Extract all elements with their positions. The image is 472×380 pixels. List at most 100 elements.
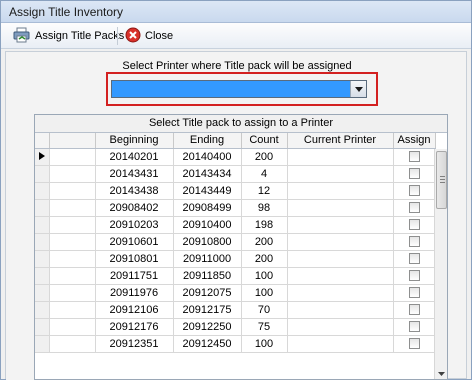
scroll-down-icon[interactable] xyxy=(436,368,447,379)
assign-cell xyxy=(393,233,436,251)
assign-checkbox[interactable] xyxy=(408,151,420,163)
table-row[interactable]: 20910203 20910400 198 xyxy=(35,216,436,234)
row-header[interactable] xyxy=(35,165,50,183)
assign-checkbox[interactable] xyxy=(408,236,420,248)
table-row[interactable]: 20910801 20911000 200 xyxy=(35,250,436,268)
row-select-cell[interactable] xyxy=(49,301,96,319)
assign-checkbox[interactable] xyxy=(408,338,420,350)
scrollbar-thumb[interactable] xyxy=(436,151,447,209)
row-select-cell[interactable] xyxy=(49,335,96,353)
row-select-cell[interactable] xyxy=(49,250,96,268)
current-printer-cell xyxy=(287,318,394,336)
row-header[interactable] xyxy=(35,267,50,285)
beginning-cell: 20911976 xyxy=(95,284,174,302)
table-row[interactable]: 20911751 20911850 100 xyxy=(35,267,436,285)
assign-checkbox[interactable] xyxy=(408,219,420,231)
close-circle-icon xyxy=(125,27,141,46)
row-select-cell[interactable] xyxy=(49,182,96,200)
table-row[interactable]: 20143431 20143434 4 xyxy=(35,165,436,183)
grid-left-gutter xyxy=(6,114,34,380)
row-header[interactable] xyxy=(35,199,50,217)
assign-title-packs-label: Assign Title Packs xyxy=(35,30,125,42)
row-header[interactable] xyxy=(35,233,50,251)
printer-assign-icon xyxy=(13,27,31,46)
grid-header-row: Beginning Ending Count Current Printer A… xyxy=(35,133,436,149)
row-header[interactable] xyxy=(35,216,50,234)
column-header-beginning[interactable]: Beginning xyxy=(95,133,174,149)
column-header-current-printer[interactable]: Current Printer xyxy=(287,133,394,149)
assign-checkbox[interactable] xyxy=(408,287,420,299)
assign-title-packs-button[interactable]: Assign Title Packs xyxy=(9,26,128,46)
table-row[interactable]: 20912176 20912250 75 xyxy=(35,318,436,336)
table-row[interactable]: 20911976 20912075 100 xyxy=(35,284,436,302)
row-select-cell[interactable] xyxy=(49,233,96,251)
column-header-count[interactable]: Count xyxy=(241,133,288,149)
column-header-ending[interactable]: Ending xyxy=(173,133,242,149)
assign-checkbox[interactable] xyxy=(408,185,420,197)
count-cell: 70 xyxy=(241,301,288,319)
row-select-cell[interactable] xyxy=(49,216,96,234)
assign-checkbox[interactable] xyxy=(408,304,420,316)
row-header[interactable] xyxy=(35,284,50,302)
count-cell: 75 xyxy=(241,318,288,336)
beginning-cell: 20910801 xyxy=(95,250,174,268)
assign-cell xyxy=(393,301,436,319)
ending-cell: 20911000 xyxy=(173,250,242,268)
row-header[interactable] xyxy=(35,335,50,353)
current-printer-cell xyxy=(287,148,394,166)
assign-title-inventory-window: Assign Title Inventory Assign Title Pack… xyxy=(0,0,472,380)
beginning-cell: 20912351 xyxy=(95,335,174,353)
table-row[interactable]: 20908402 20908499 98 xyxy=(35,199,436,217)
row-header[interactable] xyxy=(35,301,50,319)
current-printer-cell xyxy=(287,267,394,285)
grid-vertical-scrollbar[interactable] xyxy=(434,149,447,379)
assign-cell xyxy=(393,250,436,268)
assign-cell xyxy=(393,267,436,285)
row-select-cell[interactable] xyxy=(49,199,96,217)
table-row[interactable]: 20910601 20910800 200 xyxy=(35,233,436,251)
count-cell: 200 xyxy=(241,233,288,251)
column-header-select[interactable] xyxy=(49,133,96,149)
assign-checkbox[interactable] xyxy=(408,321,420,333)
count-cell: 12 xyxy=(241,182,288,200)
beginning-cell: 20143438 xyxy=(95,182,174,200)
row-header[interactable] xyxy=(35,148,50,166)
beginning-cell: 20908402 xyxy=(95,199,174,217)
ending-cell: 20912175 xyxy=(173,301,242,319)
current-printer-cell xyxy=(287,335,394,353)
current-printer-cell xyxy=(287,284,394,302)
current-printer-cell xyxy=(287,216,394,234)
assign-checkbox[interactable] xyxy=(408,168,420,180)
table-row[interactable]: 20143438 20143449 12 xyxy=(35,182,436,200)
scrollbar-grip xyxy=(440,182,445,183)
toolbar-separator xyxy=(117,27,118,45)
assign-cell xyxy=(393,284,436,302)
table-row[interactable]: 20912351 20912450 100 xyxy=(35,335,436,353)
printer-select-dropdown[interactable] xyxy=(111,80,367,98)
row-select-cell[interactable] xyxy=(49,165,96,183)
row-header[interactable] xyxy=(35,182,50,200)
row-select-cell[interactable] xyxy=(49,318,96,336)
column-header-assign[interactable]: Assign xyxy=(393,133,436,149)
row-select-cell[interactable] xyxy=(49,148,96,166)
count-cell: 100 xyxy=(241,335,288,353)
row-pointer-icon xyxy=(38,151,45,163)
assign-checkbox[interactable] xyxy=(408,253,420,265)
row-select-cell[interactable] xyxy=(49,284,96,302)
assign-checkbox[interactable] xyxy=(408,202,420,214)
assign-checkbox[interactable] xyxy=(408,270,420,282)
row-header[interactable] xyxy=(35,250,50,268)
count-cell: 98 xyxy=(241,199,288,217)
beginning-cell: 20911751 xyxy=(95,267,174,285)
beginning-cell: 20143431 xyxy=(95,165,174,183)
row-select-cell[interactable] xyxy=(49,267,96,285)
title-bar: Assign Title Inventory xyxy=(1,1,471,23)
current-printer-cell xyxy=(287,233,394,251)
close-button[interactable]: Close xyxy=(121,26,177,46)
row-header[interactable] xyxy=(35,318,50,336)
ending-cell: 20140400 xyxy=(173,148,242,166)
assign-cell xyxy=(393,199,436,217)
table-row[interactable]: 20912106 20912175 70 xyxy=(35,301,436,319)
table-row[interactable]: 20140201 20140400 200 xyxy=(35,148,436,166)
chevron-down-icon[interactable] xyxy=(350,81,366,97)
